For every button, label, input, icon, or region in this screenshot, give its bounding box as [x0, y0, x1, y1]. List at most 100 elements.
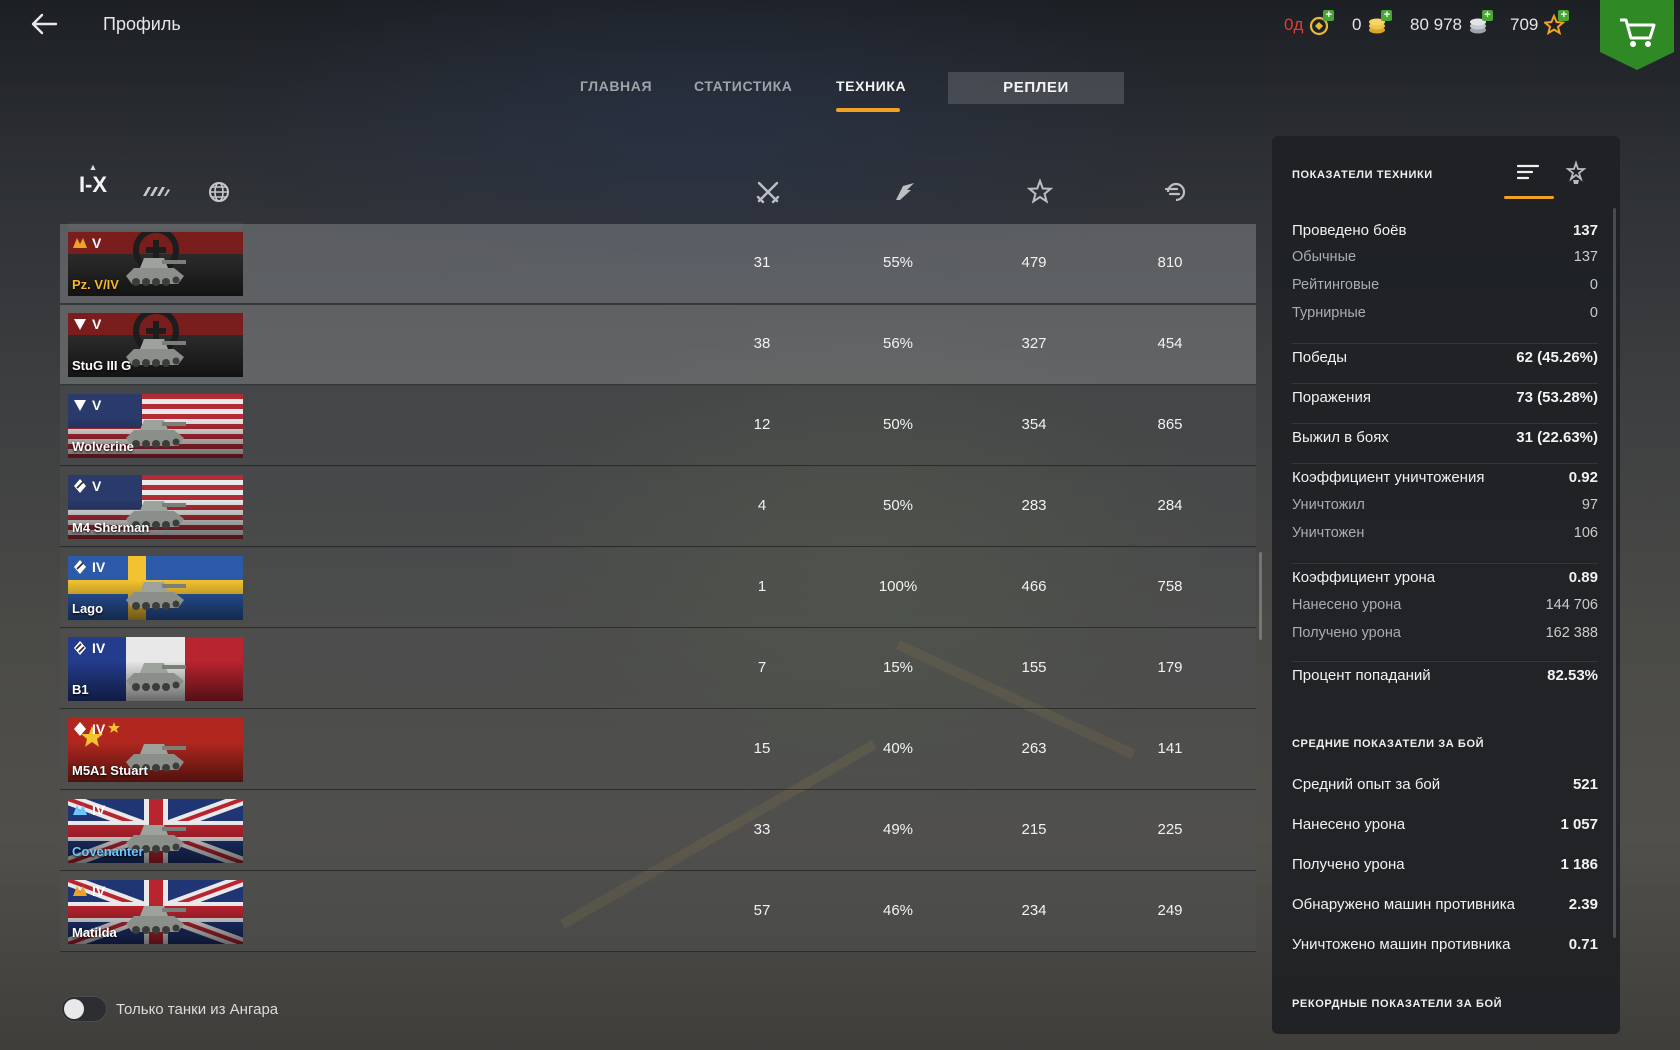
tier-filter-label: I-X — [78, 172, 108, 197]
credits-balance[interactable]: 80 978 + — [1410, 10, 1493, 36]
stat-value: 0 — [1589, 277, 1598, 293]
avg-stat-value: 521 — [1572, 776, 1598, 793]
tier-filter[interactable]: ▲ I-X — [76, 162, 110, 204]
stat-value: 97 — [1581, 497, 1598, 513]
stat-separator — [1292, 463, 1598, 464]
add-gold-icon[interactable]: + — [1381, 10, 1393, 21]
gold-icon[interactable]: + — [1367, 10, 1393, 36]
cell-battles: 12 — [753, 416, 771, 433]
sort-by-avg-damage[interactable] — [1162, 178, 1190, 206]
battles-icon — [756, 181, 780, 204]
vehicle-stats-panel: ПОКАЗАТЕЛИ ТЕХНИКИ Проведено боёв 137 Обыч… — [1272, 136, 1620, 1034]
active-tab-indicator — [836, 108, 900, 112]
vehicle-name: Covenanter — [72, 844, 144, 859]
shop-button[interactable] — [1600, 0, 1674, 70]
stat-separator — [1292, 383, 1598, 384]
vehicle-tier: IV — [71, 639, 105, 657]
cell-winrate: 55% — [882, 254, 914, 271]
vehicle-row[interactable]: IV Matilda 57 46% 234 249 — [60, 872, 1256, 952]
mastery-icon — [73, 238, 87, 248]
avg-stat-row: Средний опыт за бой 521 — [1292, 776, 1598, 793]
cell-winrate: 56% — [882, 335, 914, 352]
back-button[interactable] — [28, 10, 60, 38]
stat-label: Уничтожил — [1292, 497, 1365, 513]
credits-icon[interactable]: + — [1468, 10, 1493, 36]
stat-value: 73 (53.28%) — [1516, 389, 1598, 406]
vehicle-row[interactable]: V StuG III G 38 56% 327 454 — [60, 305, 1256, 385]
stat-label: Поражения — [1292, 389, 1371, 406]
stat-label: Проведено боёв — [1292, 222, 1407, 239]
vehicle-tier-label: IV — [92, 721, 106, 737]
cell-damage: 225 — [1157, 821, 1183, 838]
add-free-xp-icon[interactable]: + — [1558, 10, 1570, 21]
cell-damage: 758 — [1157, 578, 1183, 595]
hangar-only-toggle[interactable] — [61, 996, 107, 1022]
stat-separator — [1292, 423, 1598, 424]
add-premium-icon[interactable]: + — [1323, 10, 1335, 21]
cell-damage: 810 — [1157, 254, 1183, 271]
vehicle-tier: IV — [71, 882, 105, 900]
tab-vehicles[interactable]: ТЕХНИКА — [836, 78, 906, 94]
vehicle-table[interactable]: V Pz. V/IV 31 55% 479 810 V StuG III G 38 56% 327 4… — [60, 222, 1256, 970]
vehicle-type-filter[interactable] — [140, 178, 172, 206]
stat-row: Коэффициент урона 0.89 — [1292, 569, 1598, 586]
stat-label: Нанесено урона — [1292, 597, 1402, 613]
vehicle-row[interactable]: V Wolverine 12 50% 354 865 — [60, 386, 1256, 466]
vehicle-name: M5A1 Stuart — [72, 763, 148, 778]
vehicle-thumbnail: IV Matilda — [68, 880, 243, 944]
vehicle-thumbnail: IV B1 — [68, 637, 243, 701]
cell-xp: 283 — [1021, 497, 1047, 514]
gold-balance[interactable]: 0 + — [1352, 10, 1393, 36]
vehicle-tier: IV — [71, 720, 105, 738]
free-xp-icon[interactable]: + — [1542, 10, 1570, 36]
vehicle-thumbnail: V Pz. V/IV — [68, 232, 243, 296]
premium-icon[interactable]: + — [1309, 10, 1335, 36]
trophy-icon — [1565, 160, 1587, 184]
avg-stat-value: 1 186 — [1560, 856, 1598, 873]
stat-label: Обычные — [1292, 249, 1357, 265]
light-tank-icon — [74, 722, 86, 736]
vehicle-row[interactable]: V Pz. V/IV 31 55% 479 810 — [60, 224, 1256, 304]
avg-stat-value: 1 057 — [1560, 816, 1598, 833]
add-credits-icon[interactable]: + — [1482, 10, 1493, 21]
tab-replays[interactable]: РЕПЛЕИ — [948, 72, 1124, 104]
list-icon — [1516, 164, 1540, 180]
panel-tab-stats[interactable] — [1514, 160, 1542, 186]
table-scrollbar[interactable] — [1259, 552, 1262, 640]
vehicle-row[interactable]: V M4 Sherman 4 50% 283 284 — [60, 467, 1256, 547]
sort-by-battles[interactable] — [754, 178, 782, 206]
heavy-tank-icon — [74, 641, 86, 655]
stat-row: Уничтожил 97 — [1292, 497, 1598, 513]
avg-stat-label: Получено урона — [1292, 856, 1405, 873]
globe-icon — [209, 182, 229, 202]
vehicle-name: Pz. V/IV — [72, 277, 119, 292]
tank-icon — [126, 339, 186, 367]
avg-section-title: СРЕДНИЕ ПОКАЗАТЕЛИ ЗА БОЙ — [1292, 738, 1485, 750]
stat-row: Победы 62 (45.26%) — [1292, 349, 1598, 366]
vehicle-row[interactable]: IV B1 7 15% 155 179 — [60, 629, 1256, 709]
td-icon — [74, 400, 86, 411]
sort-by-avg-xp[interactable] — [1026, 178, 1054, 206]
credits-value: 80 978 — [1410, 15, 1462, 34]
vehicle-row[interactable]: IV Covenanter 33 49% 215 225 — [60, 791, 1256, 871]
panel-scrollbar[interactable] — [1613, 208, 1616, 938]
stat-label: Рейтинговые — [1292, 277, 1380, 293]
tab-main[interactable]: ГЛАВНАЯ — [580, 78, 652, 94]
cell-winrate: 49% — [882, 821, 914, 838]
panel-tab-records[interactable] — [1562, 160, 1590, 186]
cell-damage: 865 — [1157, 416, 1183, 433]
nation-filter[interactable] — [205, 178, 237, 206]
cell-xp: 215 — [1021, 821, 1047, 838]
sort-by-winrate[interactable] — [890, 178, 918, 206]
vehicle-tier-label: IV — [92, 559, 106, 575]
vehicle-row[interactable]: IV M5A1 Stuart 15 40% 263 141 — [60, 710, 1256, 790]
premium-balance[interactable]: 0д + — [1284, 10, 1335, 36]
cell-xp: 234 — [1021, 902, 1047, 919]
tab-statistics[interactable]: СТАТИСТИКА — [694, 78, 793, 94]
stat-row: Процент попаданий 82.53% — [1292, 667, 1598, 684]
vehicle-row[interactable]: IV Lago 1 100% 466 758 — [60, 548, 1256, 628]
cell-winrate: 15% — [882, 659, 914, 676]
stat-label: Процент попаданий — [1292, 667, 1431, 684]
stat-label: Коэффициент урона — [1292, 569, 1436, 586]
free-xp-balance[interactable]: 709 + — [1510, 10, 1570, 36]
